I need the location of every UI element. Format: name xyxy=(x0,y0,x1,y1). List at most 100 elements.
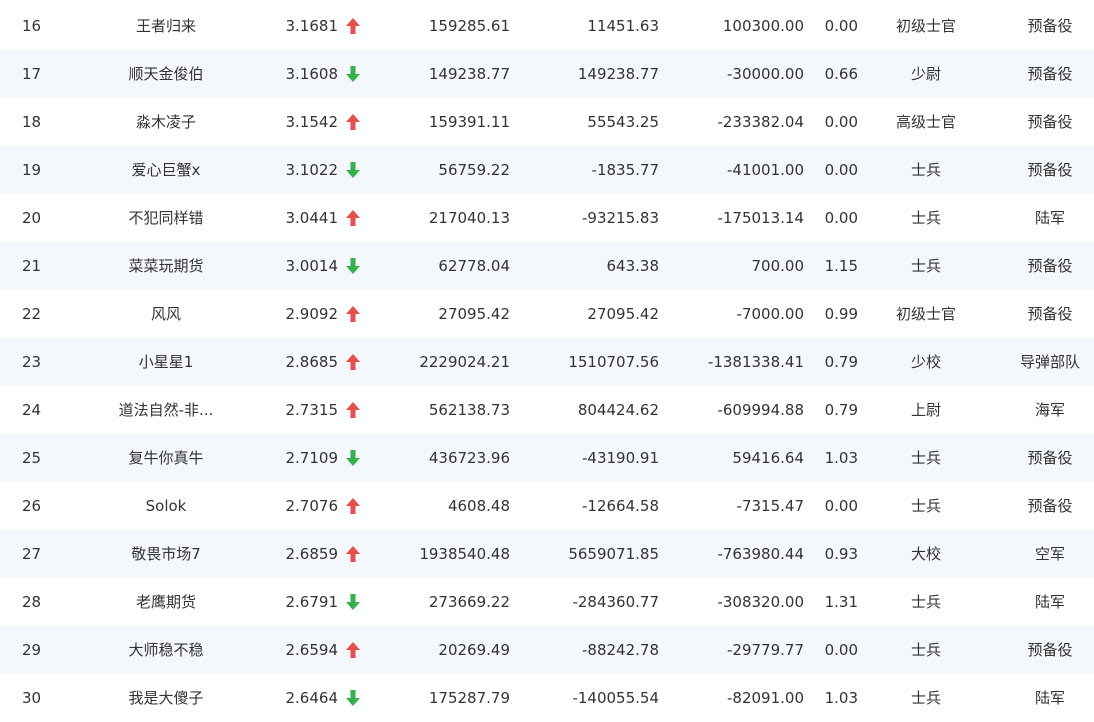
table-row[interactable]: 23 小星星1 2.8685 2229024.21 1510707.56 -13… xyxy=(0,338,1094,386)
net-flow-cell: -7000.00 xyxy=(736,305,804,323)
table-row[interactable]: 20 不犯同样错 3.0441 217040.13 -93215.83 -175… xyxy=(0,194,1094,242)
risk-cell: 0.00 xyxy=(824,209,858,227)
risk-cell: 0.79 xyxy=(824,401,858,419)
net-flow-cell: -29779.77 xyxy=(727,641,804,659)
profit-cell: -43190.91 xyxy=(582,449,659,467)
trend-up-icon xyxy=(346,482,362,530)
branch-cell: 导弹部队 xyxy=(1019,353,1080,371)
branch-cell: 预备役 xyxy=(1027,497,1073,515)
branch-cell: 陆军 xyxy=(1034,209,1065,227)
equity-cell: 20269.49 xyxy=(438,641,510,659)
trader-name[interactable]: 我是大傻子 xyxy=(60,674,272,722)
branch-cell: 预备役 xyxy=(1027,113,1073,131)
net-flow-cell: -7315.47 xyxy=(736,497,804,515)
trend-up-icon xyxy=(346,98,362,146)
trader-name[interactable]: Solok xyxy=(60,482,272,530)
profit-cell: -12664.58 xyxy=(582,497,659,515)
profit-cell: -1835.77 xyxy=(591,161,659,179)
trader-name[interactable]: 敬畏市场7 xyxy=(60,530,272,578)
trader-name[interactable]: 小星星1 xyxy=(60,338,272,386)
net-flow-cell: -41001.00 xyxy=(727,161,804,179)
trader-name[interactable]: 顺天金俊伯 xyxy=(60,50,272,98)
branch-cell: 陆军 xyxy=(1034,689,1065,707)
table-row[interactable]: 18 淼木凌子 3.1542 159391.11 55543.25 -23338… xyxy=(0,98,1094,146)
equity-cell: 562138.73 xyxy=(428,401,510,419)
military-rank-cell: 高级士官 xyxy=(895,113,956,131)
military-rank-cell: 士兵 xyxy=(910,641,941,659)
rank-cell: 27 xyxy=(22,545,42,563)
rank-cell: 28 xyxy=(22,593,42,611)
branch-cell: 预备役 xyxy=(1027,65,1073,83)
table-row[interactable]: 22 风风 2.9092 27095.42 27095.42 -7000.00 … xyxy=(0,290,1094,338)
table-row[interactable]: 24 道法自然-非... 2.7315 562138.73 804424.62 … xyxy=(0,386,1094,434)
table-row[interactable]: 21 菜菜玩期货 3.0014 62778.04 643.38 700.00 1… xyxy=(0,242,1094,290)
table-row[interactable]: 16 王者归来 3.1681 159285.61 11451.63 100300… xyxy=(0,2,1094,50)
trader-name[interactable]: 爱心巨蟹x xyxy=(60,146,272,194)
equity-cell: 159285.61 xyxy=(428,17,510,35)
trend-down-icon xyxy=(346,578,362,626)
trend-up-icon xyxy=(346,290,362,338)
table-row[interactable]: 26 Solok 2.7076 4608.48 -12664.58 -7315.… xyxy=(0,482,1094,530)
equity-cell: 217040.13 xyxy=(428,209,510,227)
trader-name[interactable]: 王者归来 xyxy=(60,2,272,50)
trend-down-icon xyxy=(346,674,362,722)
military-rank-cell: 士兵 xyxy=(910,257,941,275)
ratio-cell: 2.6791 xyxy=(285,593,339,611)
ratio-cell: 2.6464 xyxy=(285,689,339,707)
profit-cell: -88242.78 xyxy=(582,641,659,659)
table-row[interactable]: 19 爱心巨蟹x 3.1022 56759.22 -1835.77 -41001… xyxy=(0,146,1094,194)
rank-cell: 19 xyxy=(22,161,42,179)
branch-cell: 陆军 xyxy=(1034,593,1065,611)
equity-cell: 2229024.21 xyxy=(419,353,510,371)
trader-name[interactable]: 道法自然-非... xyxy=(60,386,272,434)
rank-cell: 21 xyxy=(22,257,42,275)
branch-cell: 预备役 xyxy=(1027,161,1073,179)
table-row[interactable]: 28 老鹰期货 2.6791 273669.22 -284360.77 -308… xyxy=(0,578,1094,626)
profit-cell: 804424.62 xyxy=(577,401,659,419)
risk-cell: 0.00 xyxy=(824,641,858,659)
table-row[interactable]: 29 大师稳不稳 2.6594 20269.49 -88242.78 -2977… xyxy=(0,626,1094,674)
risk-cell: 1.03 xyxy=(824,689,858,707)
rank-cell: 16 xyxy=(22,17,42,35)
table-row[interactable]: 27 敬畏市场7 2.6859 1938540.48 5659071.85 -7… xyxy=(0,530,1094,578)
military-rank-cell: 士兵 xyxy=(910,497,941,515)
trader-name[interactable]: 淼木凌子 xyxy=(60,98,272,146)
trader-name[interactable]: 不犯同样错 xyxy=(60,194,272,242)
risk-cell: 1.03 xyxy=(824,449,858,467)
rank-cell: 26 xyxy=(22,497,42,515)
trader-name[interactable]: 风风 xyxy=(60,290,272,338)
branch-cell: 预备役 xyxy=(1027,17,1073,35)
branch-cell: 海军 xyxy=(1034,401,1065,419)
trend-down-icon xyxy=(346,242,362,290)
trader-name[interactable]: 大师稳不稳 xyxy=(60,626,272,674)
trader-name[interactable]: 复牛你真牛 xyxy=(60,434,272,482)
trader-name[interactable]: 菜菜玩期货 xyxy=(60,242,272,290)
ratio-cell: 2.9092 xyxy=(285,305,339,323)
table-row[interactable]: 30 我是大傻子 2.6464 175287.79 -140055.54 -82… xyxy=(0,674,1094,722)
branch-cell: 预备役 xyxy=(1027,257,1073,275)
profit-cell: -284360.77 xyxy=(572,593,659,611)
equity-cell: 4608.48 xyxy=(447,497,510,515)
ratio-cell: 3.0014 xyxy=(285,257,339,275)
net-flow-cell: -233382.04 xyxy=(717,113,804,131)
profit-cell: 1510707.56 xyxy=(568,353,659,371)
trend-down-icon xyxy=(346,434,362,482)
ratio-cell: 3.1542 xyxy=(285,113,339,131)
rank-cell: 24 xyxy=(22,401,42,419)
risk-cell: 0.79 xyxy=(824,353,858,371)
military-rank-cell: 少校 xyxy=(910,353,941,371)
profit-cell: 11451.63 xyxy=(587,17,659,35)
trader-name[interactable]: 老鹰期货 xyxy=(60,578,272,626)
risk-cell: 0.00 xyxy=(824,497,858,515)
risk-cell: 0.66 xyxy=(824,65,858,83)
rank-cell: 22 xyxy=(22,305,42,323)
profit-cell: 27095.42 xyxy=(587,305,659,323)
equity-cell: 159391.11 xyxy=(428,113,510,131)
ratio-cell: 2.6594 xyxy=(285,641,339,659)
table-row[interactable]: 17 顺天金俊伯 3.1608 149238.77 149238.77 -300… xyxy=(0,50,1094,98)
profit-cell: 55543.25 xyxy=(587,113,659,131)
net-flow-cell: 700.00 xyxy=(751,257,805,275)
table-row[interactable]: 25 复牛你真牛 2.7109 436723.96 -43190.91 5941… xyxy=(0,434,1094,482)
branch-cell: 预备役 xyxy=(1027,641,1073,659)
equity-cell: 175287.79 xyxy=(428,689,510,707)
